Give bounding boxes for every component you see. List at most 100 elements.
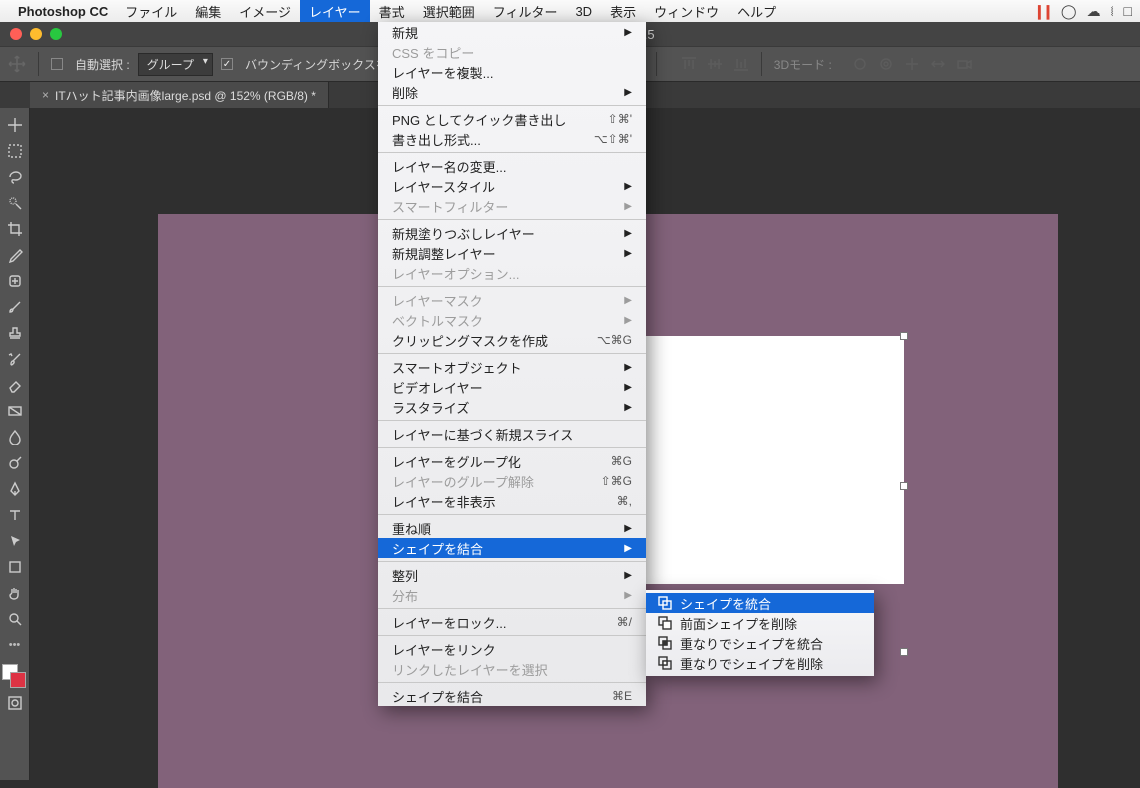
quick-select-tool[interactable] (1, 190, 29, 216)
blur-tool[interactable] (1, 424, 29, 450)
menu-item[interactable]: 整列▶ (378, 565, 646, 585)
app-name[interactable]: Photoshop CC (18, 4, 108, 19)
quick-mask-icon[interactable] (1, 690, 29, 716)
bbox-checkbox[interactable]: ✓ (221, 58, 233, 70)
mac-menubar: Photoshop CC ファイル 編集 イメージ レイヤー 書式 選択範囲 フ… (0, 0, 1140, 22)
menu-item[interactable]: 新規調整レイヤー▶ (378, 243, 646, 263)
menu-item[interactable]: ラスタライズ▶ (378, 397, 646, 417)
align-vcenter-icon[interactable] (707, 56, 723, 72)
menu-help[interactable]: ヘルプ (728, 0, 785, 23)
auto-select-label: 自動選択 : (75, 56, 130, 73)
unite-icon (658, 596, 672, 610)
move-tool-icon[interactable] (8, 55, 26, 73)
menu-edit[interactable]: 編集 (186, 0, 230, 23)
roll-icon[interactable] (878, 56, 894, 72)
input-icon[interactable]: □ (1124, 3, 1132, 19)
close-tab-icon[interactable]: × (42, 88, 49, 102)
pen-tool[interactable] (1, 476, 29, 502)
wifi-icon[interactable]: ⧙ (1111, 3, 1114, 20)
menu-item[interactable]: ビデオレイヤー▶ (378, 377, 646, 397)
eraser-tool[interactable] (1, 372, 29, 398)
menu-image[interactable]: イメージ (230, 0, 300, 23)
transform-handle-ne[interactable] (900, 332, 908, 340)
camera-icon[interactable] (956, 56, 972, 72)
auto-select-checkbox[interactable] (51, 58, 63, 70)
type-tool[interactable] (1, 502, 29, 528)
shape-tool[interactable] (1, 554, 29, 580)
menu-item[interactable]: 重ね順▶ (378, 518, 646, 538)
menu-filter[interactable]: フィルター (484, 0, 567, 23)
submenu-item-intersect[interactable]: 重なりでシェイプを統合 (646, 633, 874, 653)
mode-3d-icons (852, 56, 972, 72)
menu-view[interactable]: 表示 (601, 0, 645, 23)
menu-item[interactable]: レイヤーをグループ化⌘G (378, 451, 646, 471)
menu-item[interactable]: 新規▶ (378, 22, 646, 42)
submenu-item-label: 前面シェイプを削除 (680, 614, 797, 633)
menu-item[interactable]: レイヤー名の変更... (378, 156, 646, 176)
history-brush-tool[interactable] (1, 346, 29, 372)
menu-layer[interactable]: レイヤー (300, 0, 370, 23)
menu-item[interactable]: レイヤーを非表示⌘, (378, 491, 646, 511)
menu-item: スマートフィルター▶ (378, 196, 646, 216)
lasso-tool[interactable] (1, 164, 29, 190)
menu-item[interactable]: 新規塗りつぶしレイヤー▶ (378, 223, 646, 243)
menu-item[interactable]: 削除▶ (378, 82, 646, 102)
menu-item[interactable]: シェイプを結合⌘E (378, 686, 646, 706)
menu-item[interactable]: クリッピングマスクを作成⌥⌘G (378, 330, 646, 350)
menu-item: レイヤーのグループ解除⇧⌘G (378, 471, 646, 491)
menu-item: レイヤーオプション... (378, 263, 646, 283)
crop-tool[interactable] (1, 216, 29, 242)
cc-cloud-icon[interactable]: ◯ (1061, 3, 1077, 20)
align-top-icon[interactable] (681, 56, 697, 72)
orbit-icon[interactable] (852, 56, 868, 72)
color-swatches[interactable] (2, 664, 28, 690)
menu-file[interactable]: ファイル (116, 0, 186, 23)
document-tab[interactable]: × ITハット記事内画像large.psd @ 152% (RGB/8) * (30, 82, 329, 108)
hand-tool[interactable] (1, 580, 29, 606)
menu-item[interactable]: レイヤースタイル▶ (378, 176, 646, 196)
brush-tool[interactable] (1, 294, 29, 320)
align-icons-group (681, 56, 749, 72)
move-tool[interactable] (1, 112, 29, 138)
subtract-icon (658, 616, 672, 630)
menu-item[interactable]: 書き出し形式...⌥⇧⌘' (378, 129, 646, 149)
stamp-tool[interactable] (1, 320, 29, 346)
gradient-tool[interactable] (1, 398, 29, 424)
pan-icon[interactable] (904, 56, 920, 72)
menu-3d[interactable]: 3D (566, 2, 601, 21)
menu-item[interactable]: シェイプを結合▶ (378, 538, 646, 558)
cloud-icon[interactable]: ☁ (1087, 3, 1101, 20)
transform-handle-se[interactable] (900, 648, 908, 656)
more-tools-icon[interactable]: ••• (1, 632, 29, 658)
menu-item[interactable]: PNG としてクイック書き出し⇧⌘' (378, 109, 646, 129)
transform-handle-e[interactable] (900, 482, 908, 490)
bbox-label: バウンディングボックスを (245, 56, 388, 73)
submenu-item-label: 重なりでシェイプを統合 (680, 634, 823, 653)
align-bottom-icon[interactable] (733, 56, 749, 72)
submenu-item-exclude[interactable]: 重なりでシェイプを削除 (646, 653, 874, 673)
menu-item: CSS をコピー (378, 42, 646, 62)
menu-item[interactable]: レイヤーを複製... (378, 62, 646, 82)
zoom-tool[interactable] (1, 606, 29, 632)
marquee-tool[interactable] (1, 138, 29, 164)
path-select-tool[interactable] (1, 528, 29, 554)
menu-item[interactable]: レイヤーをリンク (378, 639, 646, 659)
auto-select-mode-dropdown[interactable]: グループ (138, 53, 213, 76)
menu-item[interactable]: スマートオブジェクト▶ (378, 357, 646, 377)
intersect-icon (658, 636, 672, 650)
mode-3d-label: 3Dモード : (774, 56, 832, 73)
menu-window[interactable]: ウィンドウ (645, 0, 728, 23)
submenu-item-unite[interactable]: シェイプを統合 (646, 593, 874, 613)
submenu-item-subtract[interactable]: 前面シェイプを削除 (646, 613, 874, 633)
menu-type[interactable]: 書式 (370, 0, 414, 23)
pause-sync-icon[interactable]: ❙❙ (1033, 3, 1050, 20)
menu-select[interactable]: 選択範囲 (414, 0, 484, 23)
dodge-tool[interactable] (1, 450, 29, 476)
eyedropper-tool[interactable] (1, 242, 29, 268)
background-swatch[interactable] (10, 672, 26, 688)
submenu-item-label: シェイプを統合 (680, 594, 771, 613)
heal-tool[interactable] (1, 268, 29, 294)
menu-item[interactable]: レイヤーをロック...⌘/ (378, 612, 646, 632)
slide-icon[interactable] (930, 56, 946, 72)
menu-item[interactable]: レイヤーに基づく新規スライス (378, 424, 646, 444)
